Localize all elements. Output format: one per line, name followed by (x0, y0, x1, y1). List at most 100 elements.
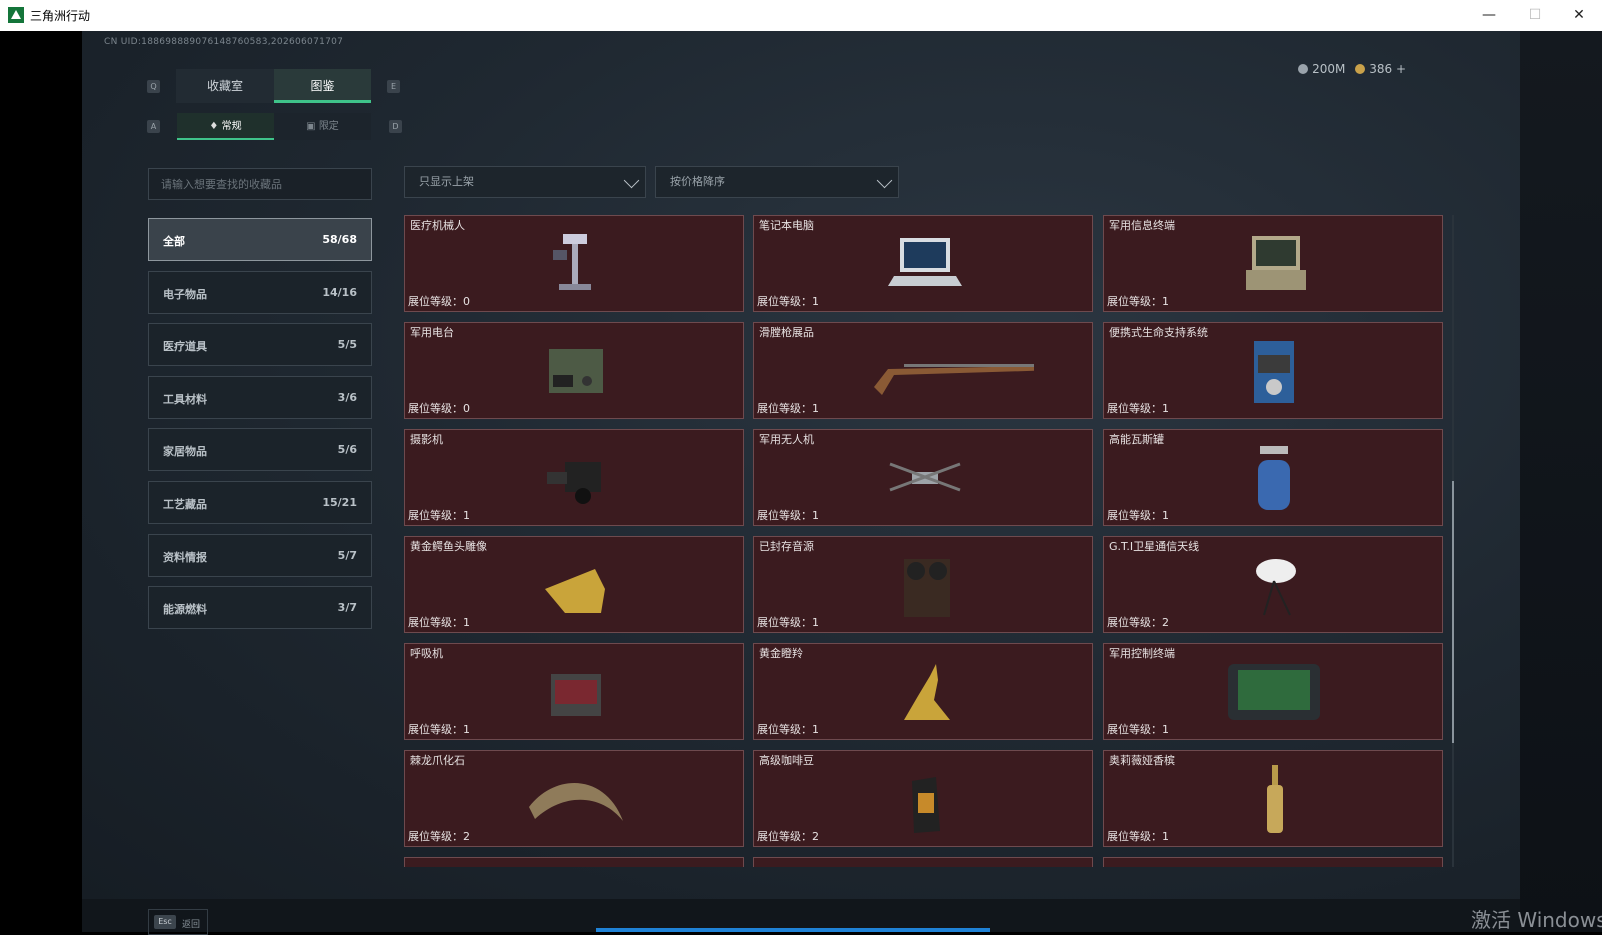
item-card[interactable]: 摄影机 展位等级：1 (404, 429, 744, 526)
item-name: 军用电台 (410, 326, 454, 339)
item-level: 展位等级：1 (408, 509, 470, 522)
category-all[interactable]: 全部 58/68 (148, 218, 372, 261)
item-level: 展位等级：2 (1107, 616, 1169, 629)
window-title: 三角洲行动 (30, 9, 91, 23)
item-card[interactable]: 高能瓦斯罐 展位等级：1 (1103, 429, 1443, 526)
item-card[interactable]: 滑膛枪展品 展位等级：1 (753, 322, 1093, 419)
item-level: 展位等级：1 (1107, 402, 1169, 415)
croc-statue-icon (545, 569, 605, 613)
shelf-filter-value: 只显示上架 (419, 175, 474, 188)
category-label: 能源燃料 (163, 603, 207, 616)
item-card[interactable]: 军用无人机 展位等级：1 (753, 429, 1093, 526)
item-card[interactable]: 已封存音源 展位等级：1 (753, 536, 1093, 633)
life-support-icon (1254, 341, 1294, 403)
item-card[interactable] (404, 857, 744, 867)
item-card[interactable]: 笔记本电脑 展位等级：1 (753, 215, 1093, 312)
category-household[interactable]: 家居物品 5/6 (148, 428, 372, 471)
category-count: 5/6 (337, 443, 357, 456)
item-card[interactable]: 医疗机械人 展位等级：0 (404, 215, 744, 312)
satellite-dish-icon (1256, 559, 1296, 616)
chevron-down-icon (876, 172, 893, 189)
category-label: 资料情报 (163, 551, 207, 564)
item-card[interactable]: 黄金鳄鱼头雕像 展位等级：1 (404, 536, 744, 633)
item-card[interactable]: 军用控制终端 展位等级：1 (1103, 643, 1443, 740)
robot-icon (553, 234, 591, 290)
drone-icon (889, 462, 961, 492)
reel-player-icon (904, 559, 950, 617)
esc-key-icon: Esc (154, 915, 176, 929)
musket-icon (874, 364, 1034, 395)
item-level: 展位等级：2 (408, 830, 470, 843)
tab-collection-room[interactable]: 收藏室 (176, 69, 274, 103)
item-name: 军用控制终端 (1109, 647, 1175, 660)
key-hint-a: A (147, 120, 160, 133)
category-intel[interactable]: 资料情报 5/7 (148, 534, 372, 577)
ventilator-icon (551, 674, 601, 716)
search-box (148, 168, 372, 200)
item-name: 便携式生命支持系统 (1109, 326, 1208, 339)
item-card[interactable] (753, 857, 1093, 867)
item-name: 棘龙爪化石 (410, 754, 465, 767)
game-window: CN UID:18869888907614876058​3,2026060717… (0, 31, 1602, 935)
category-fuel[interactable]: 能源燃料 3/7 (148, 586, 372, 629)
item-card[interactable]: 奥莉薇娅香槟 展位等级：1 (1103, 750, 1443, 847)
flame-icon: ♦ (209, 121, 222, 132)
item-name: 黄金鳄鱼头雕像 (410, 540, 487, 553)
category-count: 15/21 (322, 496, 357, 509)
item-card[interactable]: 黄金瞪羚 展位等级：1 (753, 643, 1093, 740)
item-level: 展位等级：1 (757, 509, 819, 522)
laptop-icon (888, 238, 962, 286)
player-uid: CN UID:18869888907614876058​3,2026060717… (104, 37, 344, 47)
item-card[interactable]: 棘龙爪化石 展位等级：2 (404, 750, 744, 847)
category-label: 工艺藏品 (163, 498, 207, 511)
item-level: 展位等级：1 (408, 723, 470, 736)
item-level: 展位等级：2 (757, 830, 819, 843)
item-name: 呼吸机 (410, 647, 443, 660)
item-level: 展位等级：1 (1107, 509, 1169, 522)
shelf-filter-dropdown[interactable]: 只显示上架 (404, 166, 646, 198)
maximize-button[interactable]: ☐ (1512, 0, 1558, 31)
coffee-bag-icon (912, 777, 940, 833)
subtab-regular[interactable]: ♦ 常规 (177, 113, 274, 140)
search-input[interactable] (149, 169, 371, 199)
item-card[interactable]: 便携式生命支持系统 展位等级：1 (1103, 322, 1443, 419)
category-count: 5/5 (337, 338, 357, 351)
item-card[interactable]: 高级咖啡豆 展位等级：2 (753, 750, 1093, 847)
tab-codex[interactable]: 图鉴 (274, 69, 371, 103)
item-level: 展位等级：1 (757, 723, 819, 736)
collectible-grid: 医疗机械人 展位等级：0 笔记本电脑 展位等级：1 军用信息终端 展位等级：1 … (404, 215, 1450, 867)
subtab-limited-label: 限定 (318, 121, 339, 132)
category-medical[interactable]: 医疗道具 5/5 (148, 323, 372, 366)
minimize-button[interactable]: — (1466, 0, 1512, 31)
gold-currency[interactable]: 386 + (1355, 62, 1406, 76)
window-titlebar: 三角洲行动 — ☐ ✕ (0, 0, 1602, 32)
category-count: 5/7 (337, 549, 357, 562)
subtab-limited[interactable]: ▣ 限定 (274, 113, 371, 140)
silver-coin-icon (1298, 64, 1309, 74)
taskbar-highlight (596, 928, 990, 932)
category-tools[interactable]: 工具材料 3/6 (148, 376, 372, 419)
item-card[interactable]: 军用信息终端 展位等级：1 (1103, 215, 1443, 312)
limited-icon: ▣ (306, 121, 319, 132)
item-name: 高能瓦斯罐 (1109, 433, 1164, 446)
item-card[interactable] (1103, 857, 1443, 867)
chevron-down-icon (623, 172, 640, 189)
item-card[interactable]: 呼吸机 展位等级：1 (404, 643, 744, 740)
category-crafts[interactable]: 工艺藏品 15/21 (148, 481, 372, 524)
currency-display: 200M 386 + (1292, 62, 1406, 76)
category-electronics[interactable]: 电子物品 14/16 (148, 271, 372, 314)
item-card[interactable]: 军用电台 展位等级：0 (404, 322, 744, 419)
close-button[interactable]: ✕ (1556, 0, 1602, 31)
item-name: G.T.I卫星通信天线 (1109, 540, 1200, 553)
back-button[interactable]: Esc 返回 (148, 909, 208, 935)
control-terminal-icon (1228, 664, 1320, 720)
gold-coin-icon (1355, 64, 1366, 74)
item-level: 展位等级：1 (757, 402, 819, 415)
item-card[interactable]: G.T.I卫星通信天线 展位等级：2 (1103, 536, 1443, 633)
item-level: 展位等级：1 (1107, 723, 1169, 736)
item-name: 高级咖啡豆 (759, 754, 814, 767)
item-name: 军用信息终端 (1109, 219, 1175, 232)
item-name: 摄影机 (410, 433, 443, 446)
sort-dropdown[interactable]: 按价格降序 (655, 166, 899, 198)
scrollbar-thumb[interactable] (1452, 481, 1454, 743)
